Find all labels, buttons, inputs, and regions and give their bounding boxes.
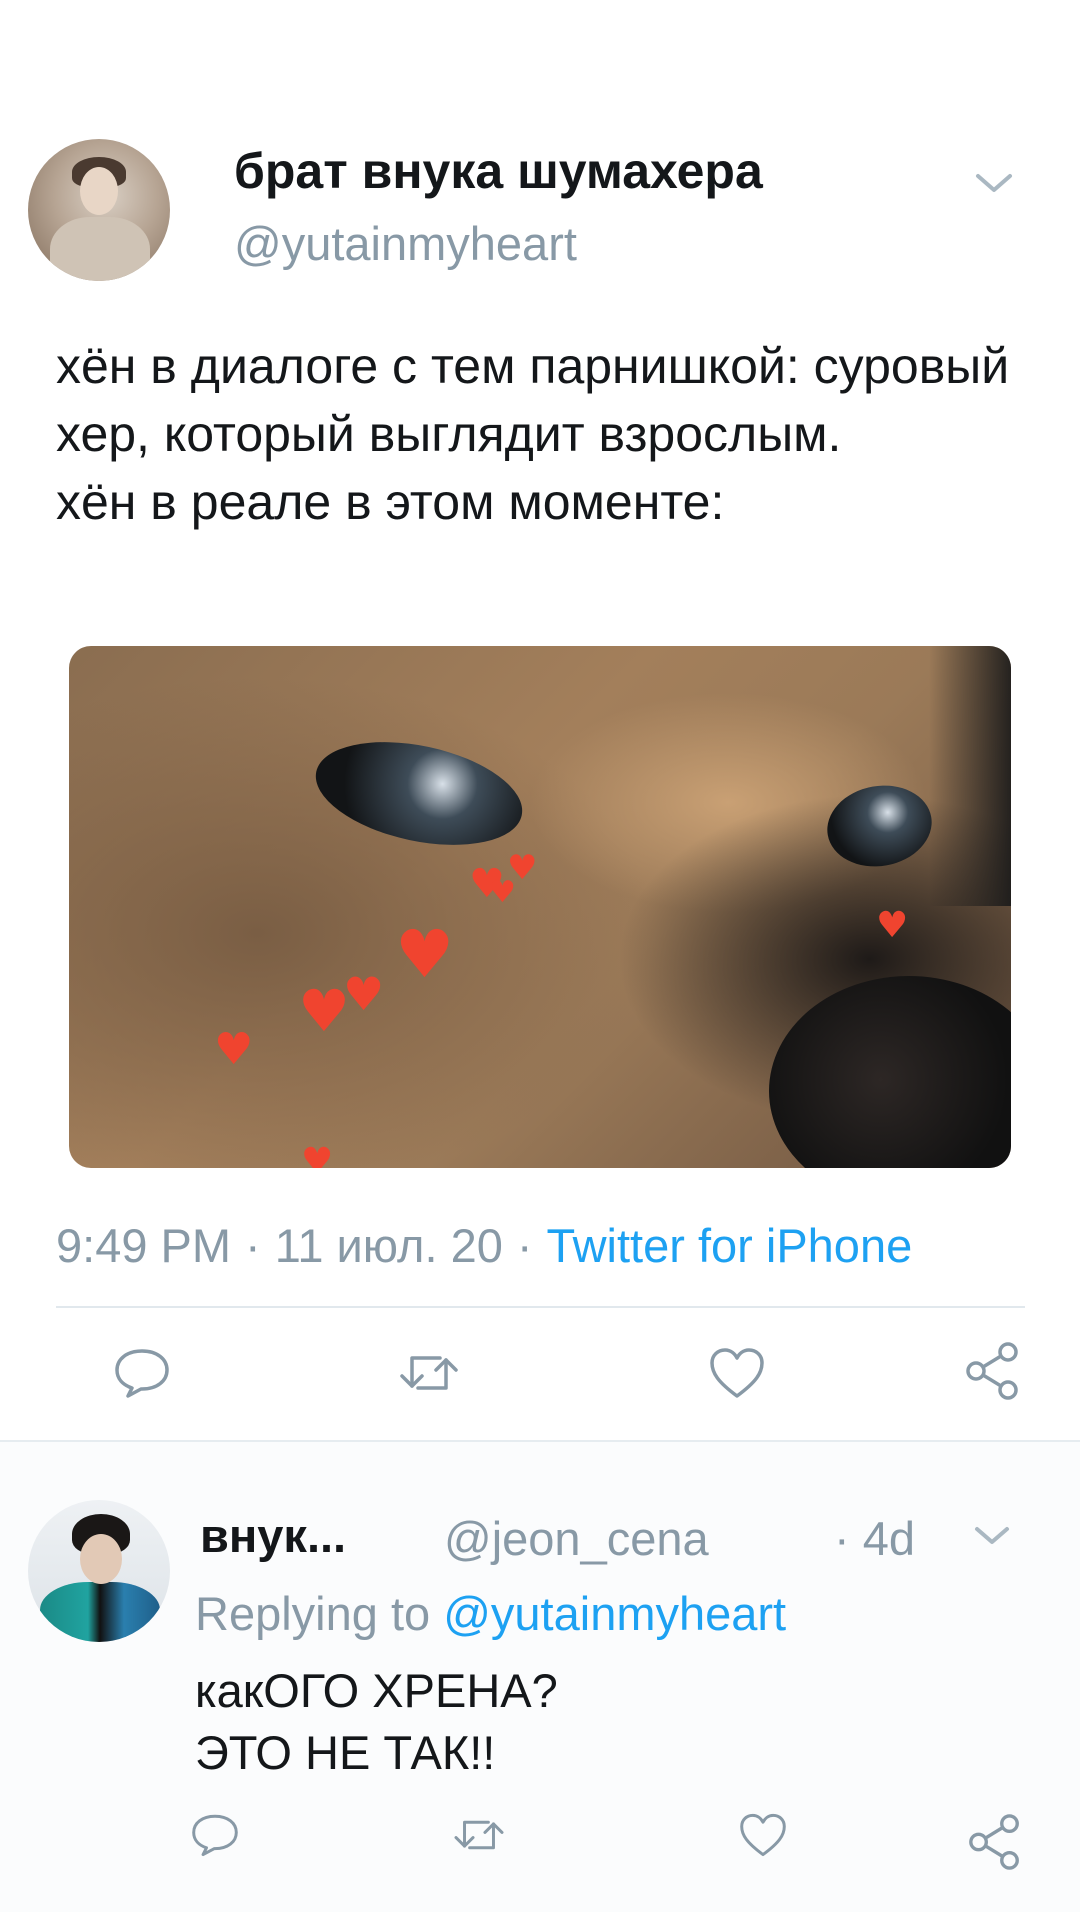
like-icon[interactable]: [708, 1346, 766, 1400]
heart-icon: ♥: [343, 967, 385, 1021]
reply-timestamp: · 4d: [834, 1512, 915, 1565]
reply-text: какОГО ХРЕНА? ЭТО НЕ ТАК!!: [195, 1664, 558, 1779]
author-avatar[interactable]: [28, 139, 170, 281]
main-tweet: брат внука шумахера @yutainmyheart хён в…: [0, 0, 1080, 1440]
reply-author-handle[interactable]: @jeon_cena: [444, 1511, 709, 1566]
tweet-text: хён в диалоге с тем парнишкой: суровый х…: [56, 338, 1010, 530]
tweet-time: 9:49 PM: [56, 1219, 232, 1272]
replying-to-mention[interactable]: @yutainmyheart: [443, 1587, 786, 1640]
like-icon[interactable]: [738, 1812, 788, 1858]
reply-icon[interactable]: [190, 1812, 240, 1858]
dog-eye: [820, 777, 939, 875]
tweet-source-link[interactable]: Twitter for iPhone: [547, 1219, 913, 1272]
dog-eye: [306, 725, 532, 862]
share-icon[interactable]: [963, 1340, 1023, 1402]
meta-separator: ·: [245, 1219, 261, 1272]
tweet-meta: 9:49 PM · 11 июл. 20 · Twitter for iPhone: [56, 1218, 912, 1273]
author-handle[interactable]: @yutainmyheart: [234, 216, 577, 271]
tweet-date: 11 июл. 20: [274, 1219, 503, 1272]
retweet-icon[interactable]: [398, 1346, 460, 1400]
reply-author-name[interactable]: внук...: [200, 1508, 346, 1563]
divider: [56, 1306, 1025, 1308]
tweet-image[interactable]: ♥ ♥ ♥ ♥ ♥ ♥ ♥ ♥ ♥: [69, 646, 1011, 1168]
retweet-icon[interactable]: [452, 1812, 506, 1858]
replying-to: Replying to @yutainmyheart: [195, 1586, 786, 1641]
heart-icon: ♥: [489, 875, 516, 910]
heart-icon: ♥: [301, 1141, 334, 1169]
heart-icon: ♥: [876, 905, 909, 946]
chevron-down-icon[interactable]: [972, 168, 1016, 198]
meta-separator: ·: [516, 1219, 533, 1272]
share-icon[interactable]: [966, 1812, 1024, 1872]
dog-nose: [769, 976, 1011, 1168]
reply-icon[interactable]: [113, 1346, 171, 1400]
heart-icon: ♥: [395, 916, 455, 993]
chevron-down-icon[interactable]: [972, 1522, 1012, 1550]
author-name[interactable]: брат внука шумахера: [234, 142, 763, 200]
replying-to-label: Replying to: [195, 1587, 431, 1640]
heart-icon: ♥: [214, 1024, 254, 1075]
reply-author-avatar[interactable]: [28, 1500, 170, 1642]
